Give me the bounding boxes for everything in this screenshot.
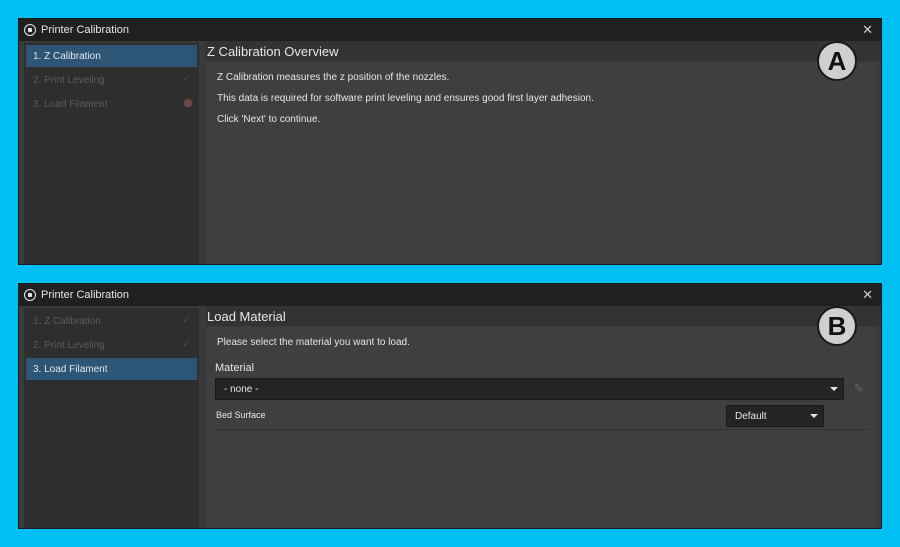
app-icon [24, 24, 36, 36]
panel-badge-a: A [817, 41, 857, 81]
step-print-leveling[interactable]: 2. Print Leveling ✓ [26, 69, 197, 91]
chevron-down-icon [830, 387, 838, 391]
step-z-calibration[interactable]: 1. Z Calibration ✓ [26, 310, 197, 332]
description-line-2: This data is required for software print… [217, 93, 594, 104]
page-title: Load Material [206, 306, 881, 326]
step-load-filament[interactable]: 3. Load Filament [26, 358, 197, 380]
calibration-window-b: Printer Calibration ✕ 1. Z Calibration ✓… [18, 283, 882, 529]
panel-badge-b: B [817, 306, 857, 346]
description-line-3: Click 'Next' to continue. [217, 114, 321, 125]
step-label: 2. Print Leveling [33, 339, 105, 351]
window-title: Printer Calibration [41, 24, 130, 36]
step-label: 3. Load Filament [33, 98, 108, 110]
steps-sidebar: 1. Z Calibration 2. Print Leveling ✓ 3. … [24, 43, 199, 264]
close-icon[interactable]: ✕ [862, 287, 873, 303]
material-label: Material [215, 362, 255, 374]
calibration-window-a: Printer Calibration ✕ 1. Z Calibration 2… [18, 18, 882, 265]
step-label: 2. Print Leveling [33, 74, 105, 86]
chevron-down-icon [810, 414, 818, 418]
description-line-1: Z Calibration measures the z position of… [217, 72, 450, 83]
step-label: 3. Load Filament [33, 363, 108, 375]
content-panel: Please select the material you want to l… [206, 327, 875, 528]
step-label: 1. Z Calibration [33, 50, 101, 62]
pencil-icon[interactable]: ✎ [854, 382, 863, 395]
instruction-text: Please select the material you want to l… [217, 337, 410, 348]
bed-surface-label: Bed Surface [216, 410, 266, 420]
step-z-calibration[interactable]: 1. Z Calibration [26, 45, 197, 67]
step-label: 1. Z Calibration [33, 315, 101, 327]
check-icon: ✓ [181, 338, 191, 350]
close-icon[interactable]: ✕ [862, 22, 873, 38]
material-value: - none - [224, 383, 259, 395]
steps-sidebar: 1. Z Calibration ✓ 2. Print Leveling ✓ 3… [24, 308, 199, 528]
page-title: Z Calibration Overview [206, 41, 881, 61]
bed-surface-select[interactable]: Default [726, 405, 824, 427]
material-select[interactable]: - none - [215, 378, 844, 400]
step-load-filament[interactable]: 3. Load Filament [26, 93, 197, 115]
title-bar: Printer Calibration ✕ [19, 284, 881, 306]
step-print-leveling[interactable]: 2. Print Leveling ✓ [26, 334, 197, 356]
title-bar: Printer Calibration ✕ [19, 19, 881, 41]
warning-icon [183, 98, 193, 108]
check-icon: ✓ [181, 73, 191, 85]
check-icon: ✓ [181, 314, 191, 326]
content-panel: Z Calibration measures the z position of… [206, 62, 875, 264]
window-title: Printer Calibration [41, 289, 130, 301]
divider [212, 429, 869, 430]
bed-surface-value: Default [735, 410, 767, 422]
app-icon [24, 289, 36, 301]
